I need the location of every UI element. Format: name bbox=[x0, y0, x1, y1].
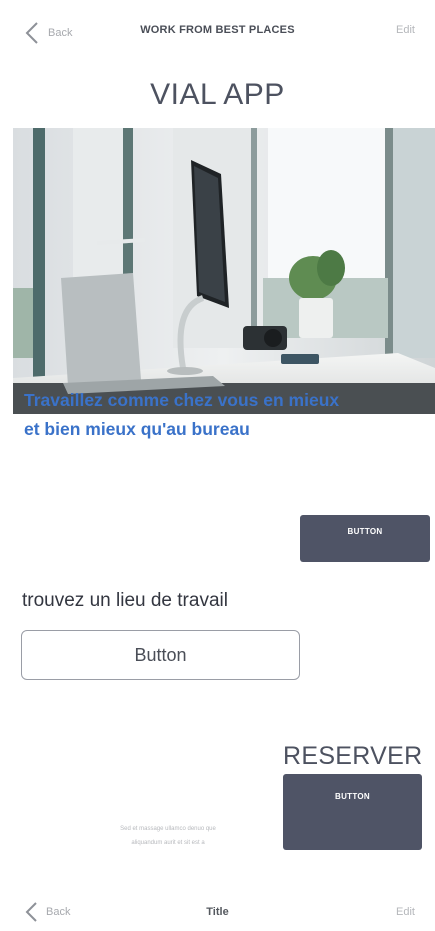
small-note-line-2: aliquandum aurit et sit est a bbox=[131, 840, 205, 846]
small-note-line-1: Sed et massage ullamco denuo que bbox=[120, 826, 216, 832]
tagline-line-1: Travaillez comme chez vous en mieux bbox=[24, 390, 340, 410]
tagline: Travaillez comme chez vous en mieux et b… bbox=[24, 386, 424, 444]
reserver-title: RESERVER bbox=[283, 742, 423, 770]
bottom-navigation-bar: Back Title Edit bbox=[0, 888, 435, 931]
bottom-title: Title bbox=[206, 906, 229, 918]
small-note: Sed et massage ullamco denuo que aliquan… bbox=[78, 822, 258, 850]
primary-button[interactable]: BUTTON bbox=[300, 515, 430, 562]
reserver-button[interactable]: BUTTON bbox=[283, 774, 422, 850]
app-heading: VIAL APP bbox=[150, 78, 285, 111]
find-workplace-button[interactable]: Button bbox=[21, 630, 300, 680]
tagline-line-2: et bien mieux qu'au bureau bbox=[24, 419, 250, 439]
search-label: trouvez un lieu de travail bbox=[22, 590, 228, 611]
hero-image bbox=[13, 128, 435, 414]
edit-button[interactable]: Edit bbox=[396, 24, 415, 36]
nav-title: WORK FROM BEST PLACES bbox=[140, 24, 295, 36]
bottom-edit-button[interactable]: Edit bbox=[396, 906, 415, 918]
top-navigation-bar: Back WORK FROM BEST PLACES Edit bbox=[0, 0, 435, 64]
